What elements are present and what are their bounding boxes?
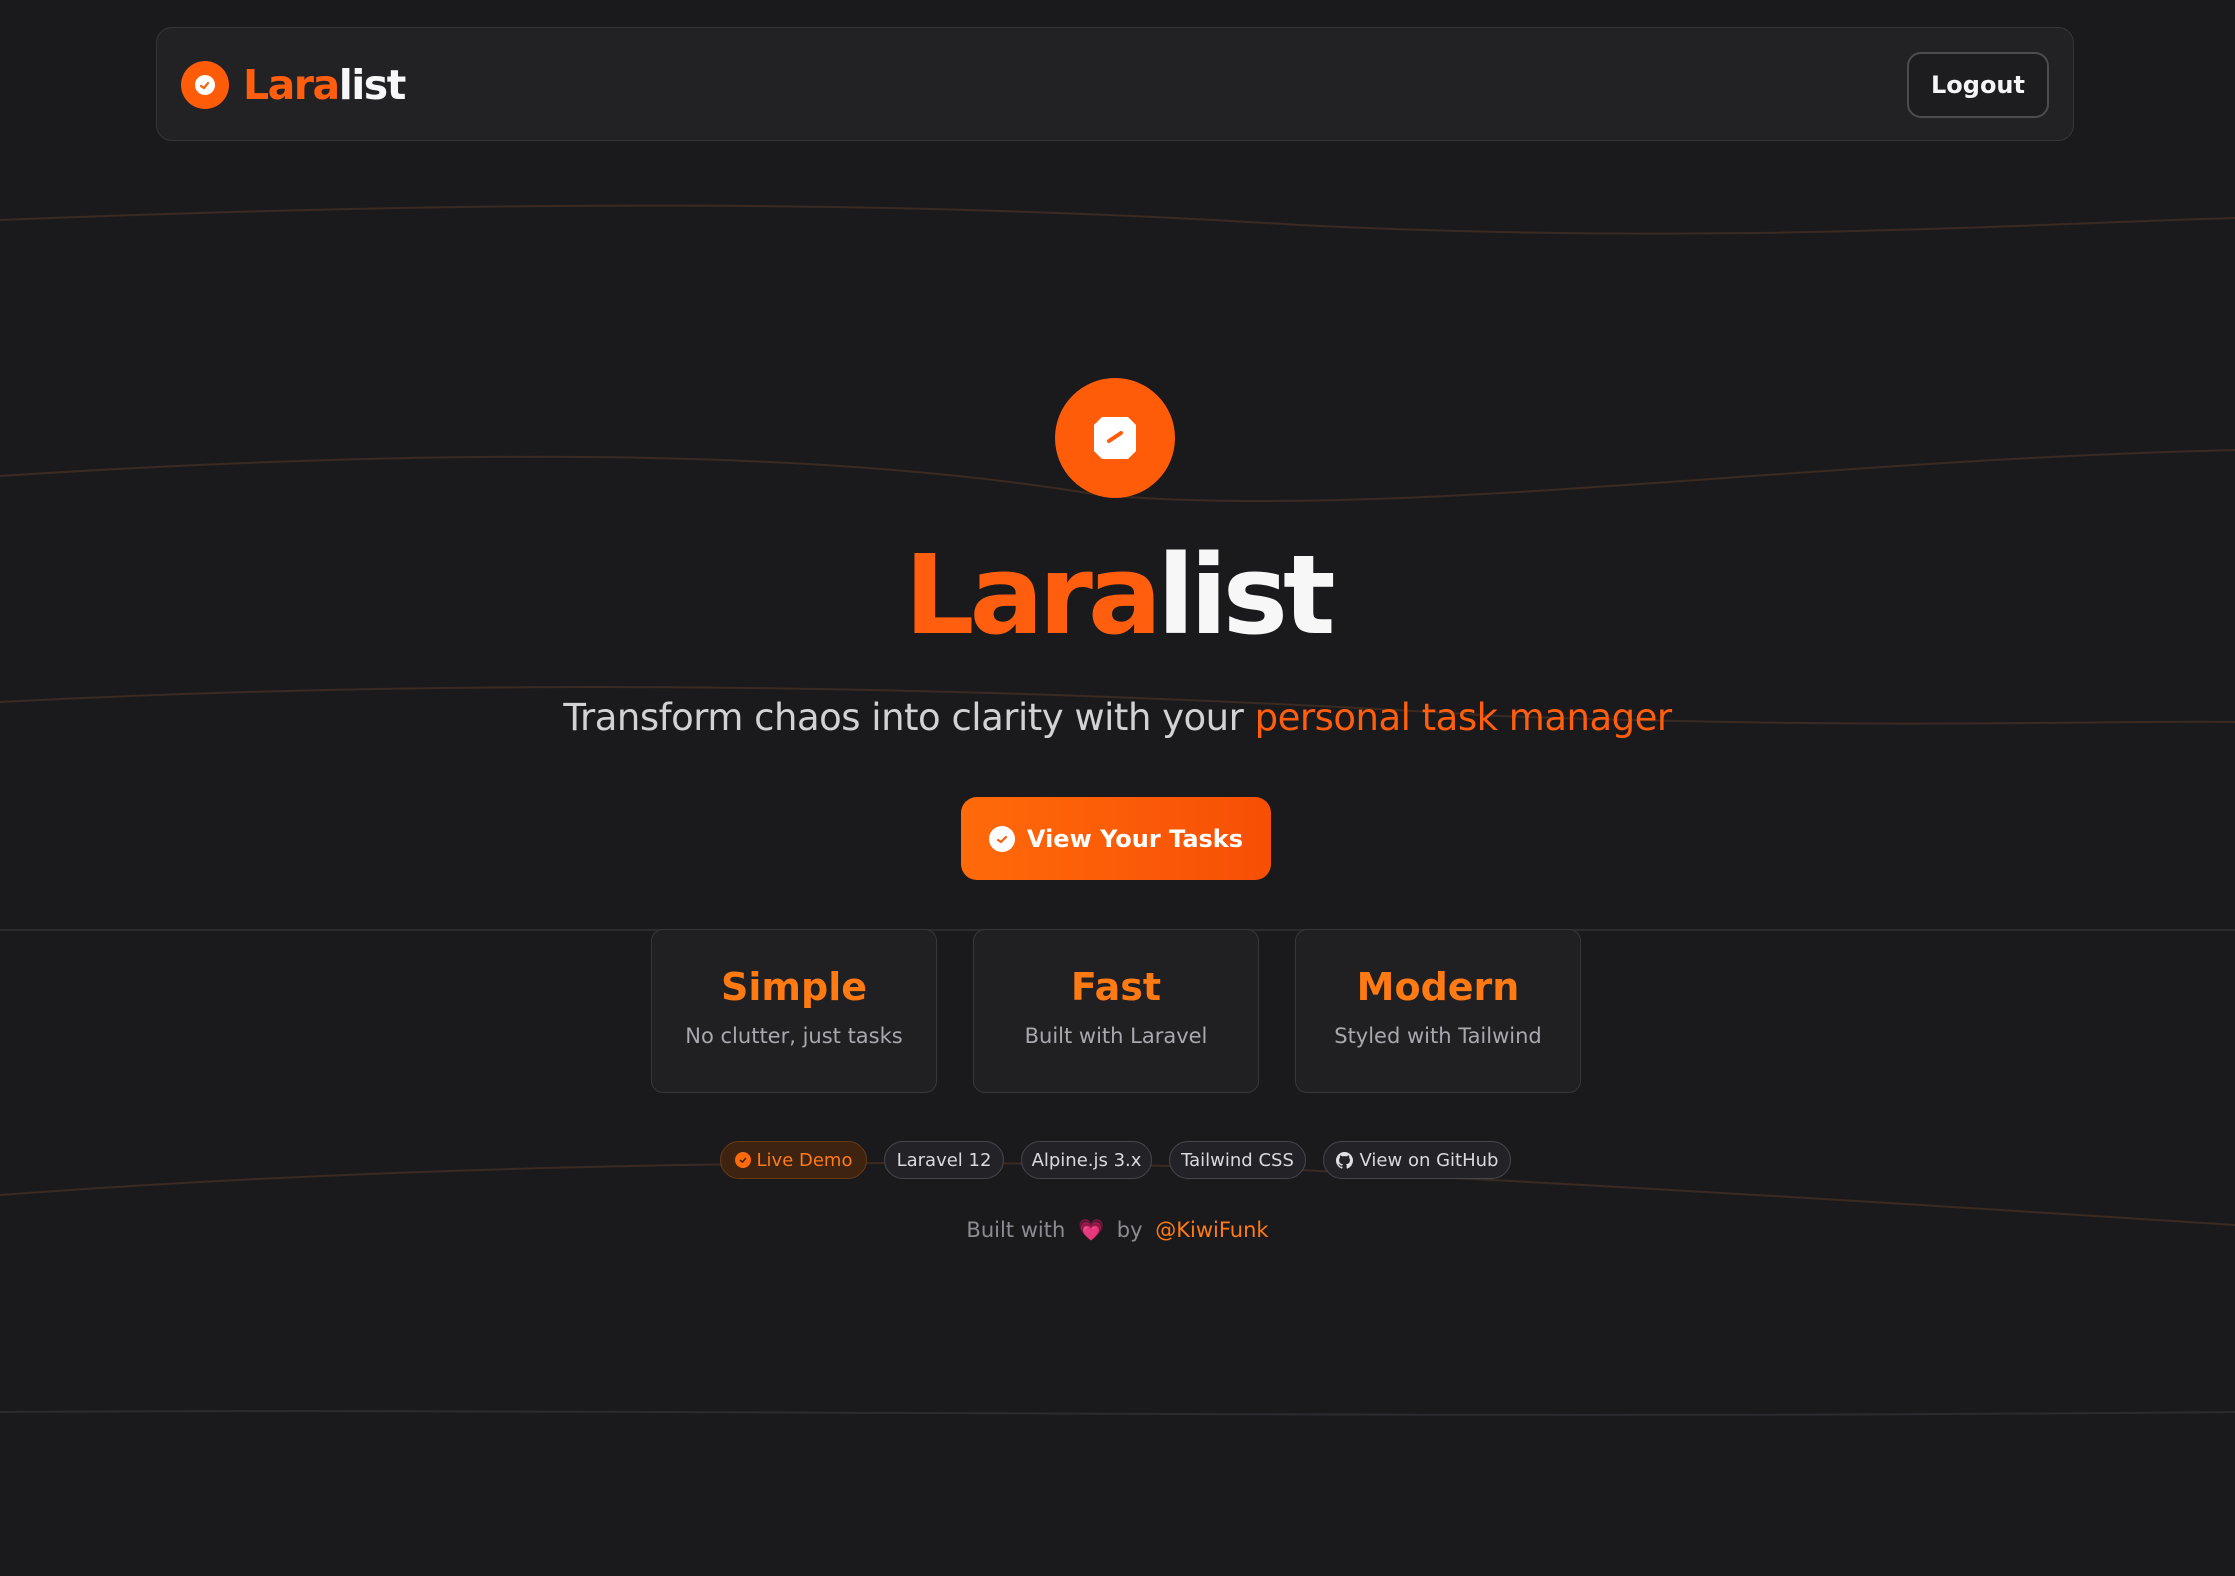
brand-name: Laralist — [243, 64, 406, 106]
logout-button[interactable]: Logout — [1907, 52, 2049, 118]
hero-tagline: Transform chaos into clarity with your p… — [0, 696, 2235, 739]
brand-name-part2: list — [338, 60, 407, 109]
author-link[interactable]: @KiwiFunk — [1155, 1218, 1268, 1242]
footer-credit: Built with 💗 by @KiwiFunk — [0, 1218, 2235, 1243]
heart-icon: 💗 — [1077, 1218, 1105, 1242]
footer-prefix: Built with — [966, 1218, 1066, 1242]
hero-clock-icon — [1055, 378, 1175, 498]
badge-label: View on GitHub — [1359, 1149, 1499, 1171]
hero-title-part1: Lara — [904, 531, 1162, 659]
feature-title: Modern — [1356, 965, 1520, 1009]
badge-tailwind: Tailwind CSS — [1169, 1141, 1306, 1179]
badge-live-demo[interactable]: Live Demo — [720, 1141, 867, 1179]
check-circle-icon — [988, 825, 1015, 852]
badge-label: Live Demo — [756, 1149, 853, 1171]
feature-desc: No clutter, just tasks — [685, 1024, 903, 1048]
brand-clock-icon — [181, 61, 229, 109]
badge-label: Laravel 12 — [896, 1149, 992, 1171]
badge-alpine: Alpine.js 3.x — [1021, 1141, 1152, 1179]
feature-card-modern: Modern Styled with Tailwind — [1295, 929, 1581, 1093]
github-icon — [1335, 1151, 1353, 1169]
view-tasks-label: View Your Tasks — [1026, 824, 1244, 853]
tagline-highlight: personal task manager — [1254, 696, 1673, 739]
badge-label: Tailwind CSS — [1181, 1149, 1294, 1171]
background-wave-lines — [0, 204, 2235, 1416]
hero-title-part2: list — [1157, 531, 1335, 659]
top-navbar: Laralist Logout — [156, 27, 2074, 141]
brand-logo[interactable]: Laralist — [181, 61, 406, 109]
badge-view-on-github[interactable]: View on GitHub — [1323, 1141, 1511, 1179]
badge-label: Alpine.js 3.x — [1031, 1149, 1142, 1171]
view-tasks-button[interactable]: View Your Tasks — [961, 797, 1271, 880]
hero-title: Laralist — [0, 540, 2235, 650]
feature-desc: Styled with Tailwind — [1334, 1024, 1542, 1048]
feature-card-simple: Simple No clutter, just tasks — [651, 929, 937, 1093]
feature-card-fast: Fast Built with Laravel — [973, 929, 1259, 1093]
badge-laravel: Laravel 12 — [884, 1141, 1004, 1179]
footer-by: by — [1116, 1218, 1143, 1242]
feature-desc: Built with Laravel — [1024, 1024, 1208, 1048]
tagline-prefix: Transform chaos into clarity with your — [563, 696, 1255, 739]
feature-title: Simple — [721, 965, 867, 1009]
live-dot-icon — [734, 1152, 751, 1168]
brand-name-part1: Lara — [243, 60, 340, 109]
feature-title: Fast — [1070, 965, 1162, 1009]
